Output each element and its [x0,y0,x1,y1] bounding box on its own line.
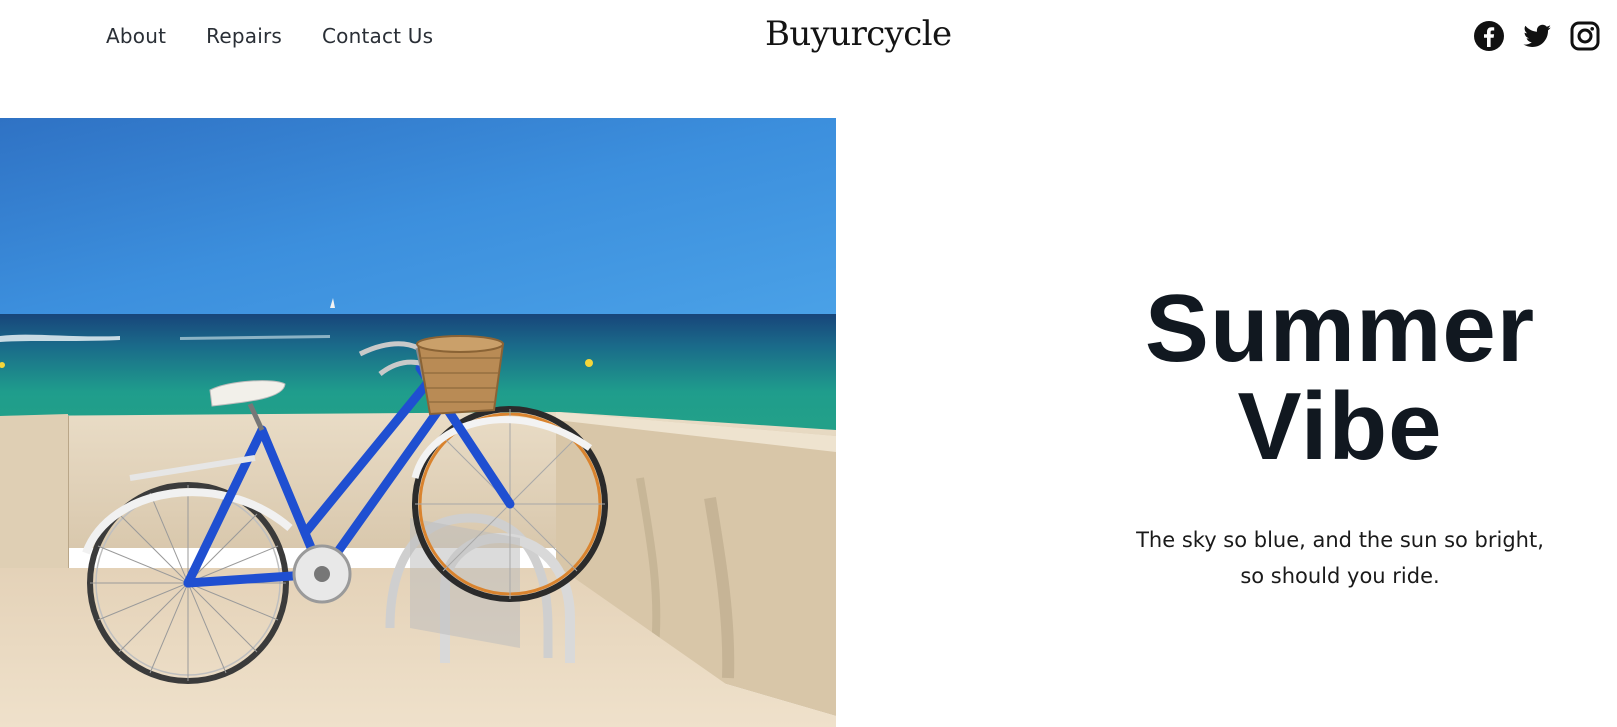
site-header: About Repairs Contact Us Buyurcycle [0,0,1617,80]
nav-link-contact-us[interactable]: Contact Us [322,24,433,48]
facebook-icon[interactable] [1473,20,1505,52]
nav-link-repairs[interactable]: Repairs [206,24,282,48]
hero-text: Summer Vibe The sky so blue, and the sun… [1090,280,1590,594]
hero-title-line-2: Vibe [1237,373,1443,480]
hero-subtitle: The sky so blue, and the sun so bright, … [1120,522,1560,594]
hero-title: Summer Vibe [1090,280,1590,476]
hero-subtitle-line-2: so should you ride. [1240,564,1440,588]
nav-link-about[interactable]: About [106,24,166,48]
twitter-icon[interactable] [1521,20,1553,52]
hero-subtitle-line-1: The sky so blue, and the sun so bright, [1136,528,1544,552]
brand-logo[interactable]: Buyurcycle [765,14,952,54]
hero-title-line-1: Summer [1144,275,1536,382]
hero-image [0,118,836,727]
social-links [1473,20,1601,52]
main-nav: About Repairs Contact Us [106,24,433,48]
instagram-icon[interactable] [1569,20,1601,52]
